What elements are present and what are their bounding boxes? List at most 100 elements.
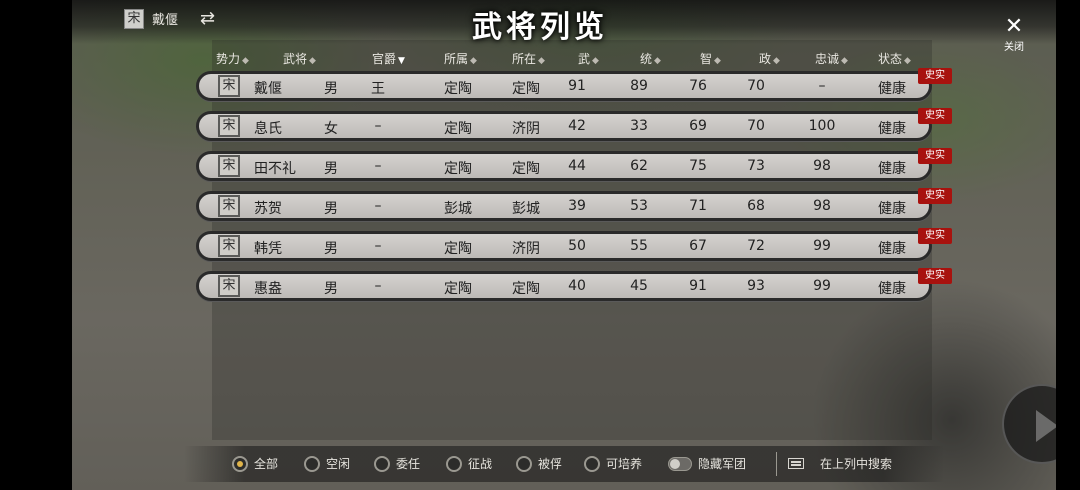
cell-rank: – xyxy=(374,238,382,254)
cell-status: 健康 xyxy=(878,201,906,217)
cell-intel: 71 xyxy=(689,198,707,214)
cell-gender: 男 xyxy=(324,241,338,257)
column-label: 统 xyxy=(640,52,653,66)
column-header-politics[interactable]: 政 ◆ xyxy=(759,50,780,67)
column-header-status[interactable]: 状态 ◆ xyxy=(878,50,911,67)
page-title: 武将列览 xyxy=(472,10,608,45)
column-label: 武 xyxy=(578,52,591,66)
sort-icon: ◆ xyxy=(904,56,911,66)
cell-gender: 男 xyxy=(324,161,338,177)
cell-politics: 68 xyxy=(747,198,765,214)
cell-rank: – xyxy=(374,158,382,174)
sort-desc-icon: ▼ xyxy=(398,56,405,66)
table-header: 势力 ◆ 武将 ◆ 官爵 ▼ 所属 ◆ 所在 ◆ 武 ◆ 统 ◆ 智 ◆ 政 ◆ 忠诚 ◆ 状态 ◆ xyxy=(0,50,1080,68)
historical-badge: 史实 xyxy=(918,268,952,284)
cell-war: 44 xyxy=(568,158,586,174)
hide-legion-toggle[interactable]: 隐藏军团 xyxy=(668,455,746,472)
sort-icon: ◆ xyxy=(654,56,661,66)
cell-name: 惠盎 xyxy=(254,281,282,297)
table-row[interactable]: 宋韩凭 男 – 定陶 济阴 50 55 67 72 99 健康 史实 xyxy=(196,228,952,262)
sort-icon: ◆ xyxy=(538,56,545,66)
cell-loyalty: 99 xyxy=(813,238,831,254)
cell-intel: 91 xyxy=(689,278,707,294)
sort-icon: ◆ xyxy=(841,56,848,66)
toggle-switch[interactable] xyxy=(668,456,692,471)
column-label: 忠诚 xyxy=(815,52,840,66)
search-button[interactable]: 在上列中搜索 xyxy=(788,455,892,472)
column-label: 势力 xyxy=(216,52,241,66)
table-row[interactable]: 宋苏贺 男 – 彭城 彭城 39 53 71 68 98 健康 史实 xyxy=(196,188,952,222)
cell-belong: 彭城 xyxy=(444,201,472,217)
cell-location: 定陶 xyxy=(512,81,540,97)
faction-seal-icon: 宋 xyxy=(218,195,240,217)
table-row[interactable]: 宋田不礼 男 – 定陶 定陶 44 62 75 73 98 健康 史实 xyxy=(196,148,952,182)
hide-legion-label: 隐藏军团 xyxy=(698,457,747,471)
cell-politics: 72 xyxy=(747,238,765,254)
cell-status: 健康 xyxy=(878,81,906,97)
column-header-faction[interactable]: 势力 ◆ xyxy=(216,50,249,67)
historical-badge: 史实 xyxy=(918,68,952,84)
column-header-rank[interactable]: 官爵 ▼ xyxy=(372,50,405,67)
cell-lead: 62 xyxy=(630,158,648,174)
column-header-belong[interactable]: 所属 ◆ xyxy=(444,50,477,67)
cell-name: 苏贺 xyxy=(254,201,282,217)
column-header-location[interactable]: 所在 ◆ xyxy=(512,50,545,67)
column-header-war[interactable]: 武 ◆ xyxy=(578,50,599,67)
close-button[interactable]: ✕ 关闭 xyxy=(992,16,1036,54)
table-row[interactable]: 宋戴偃 男 王 定陶 定陶 91 89 76 70 – 健康 史实 xyxy=(196,68,952,102)
table-row[interactable]: 宋息氏 女 – 定陶 济阴 42 33 69 70 100 健康 史实 xyxy=(196,108,952,142)
cell-loyalty: 100 xyxy=(808,118,836,134)
cell-gender: 男 xyxy=(324,81,338,97)
radio-icon[interactable] xyxy=(584,455,600,472)
cell-gender: 男 xyxy=(324,281,338,297)
column-header-intel[interactable]: 智 ◆ xyxy=(700,50,721,67)
faction-seal-icon: 宋 xyxy=(218,275,240,297)
faction-seal-icon: 宋 xyxy=(218,115,240,137)
filter-radio-3[interactable]: 征战 xyxy=(446,455,492,472)
cell-war: 50 xyxy=(568,238,586,254)
faction-seal-icon: 宋 xyxy=(218,75,240,97)
cell-rank: – xyxy=(374,118,382,134)
cell-belong: 定陶 xyxy=(444,161,472,177)
filter-radio-4[interactable]: 被俘 xyxy=(516,455,562,472)
faction-seal-icon: 宋 xyxy=(218,155,240,177)
radio-icon[interactable] xyxy=(232,455,248,472)
column-label: 所属 xyxy=(444,52,469,66)
radio-icon[interactable] xyxy=(446,455,462,472)
filter-label: 可培养 xyxy=(606,457,643,471)
filter-radio-2[interactable]: 委任 xyxy=(374,455,420,472)
table-row[interactable]: 宋惠盎 男 – 定陶 定陶 40 45 91 93 99 健康 史实 xyxy=(196,268,952,302)
cell-status: 健康 xyxy=(878,281,906,297)
cell-gender: 女 xyxy=(324,121,338,137)
cell-war: 42 xyxy=(568,118,586,134)
sort-icon: ◆ xyxy=(714,56,721,66)
left-letterbox xyxy=(0,0,72,490)
cell-intel: 67 xyxy=(689,238,707,254)
column-header-lead[interactable]: 统 ◆ xyxy=(640,50,661,67)
historical-badge: 史实 xyxy=(918,108,952,124)
radio-icon[interactable] xyxy=(374,455,390,472)
sort-icon: ◆ xyxy=(309,56,316,66)
cell-rank: 王 xyxy=(371,81,385,97)
cell-name: 戴偃 xyxy=(254,81,282,97)
cell-intel: 75 xyxy=(689,158,707,174)
cell-status: 健康 xyxy=(878,161,906,177)
filter-radio-5[interactable]: 可培养 xyxy=(584,455,642,472)
cell-intel: 76 xyxy=(689,78,707,94)
filter-radio-1[interactable]: 空闲 xyxy=(304,455,350,472)
radio-icon[interactable] xyxy=(516,455,532,472)
filter-radio-0[interactable]: 全部 xyxy=(232,455,278,472)
cell-war: 91 xyxy=(568,78,586,94)
column-label: 官爵 xyxy=(372,52,397,66)
cell-location: 济阴 xyxy=(512,121,540,137)
column-header-loyalty[interactable]: 忠诚 ◆ xyxy=(815,50,848,67)
radio-icon[interactable] xyxy=(304,455,320,472)
column-label: 智 xyxy=(700,52,713,66)
column-header-name[interactable]: 武将 ◆ xyxy=(283,50,316,67)
filter-label: 全部 xyxy=(254,457,279,471)
cell-loyalty: 98 xyxy=(813,158,831,174)
sort-icon: ◆ xyxy=(773,56,780,66)
cell-status: 健康 xyxy=(878,121,906,137)
cell-name: 田不礼 xyxy=(254,161,296,177)
cell-lead: 55 xyxy=(630,238,648,254)
